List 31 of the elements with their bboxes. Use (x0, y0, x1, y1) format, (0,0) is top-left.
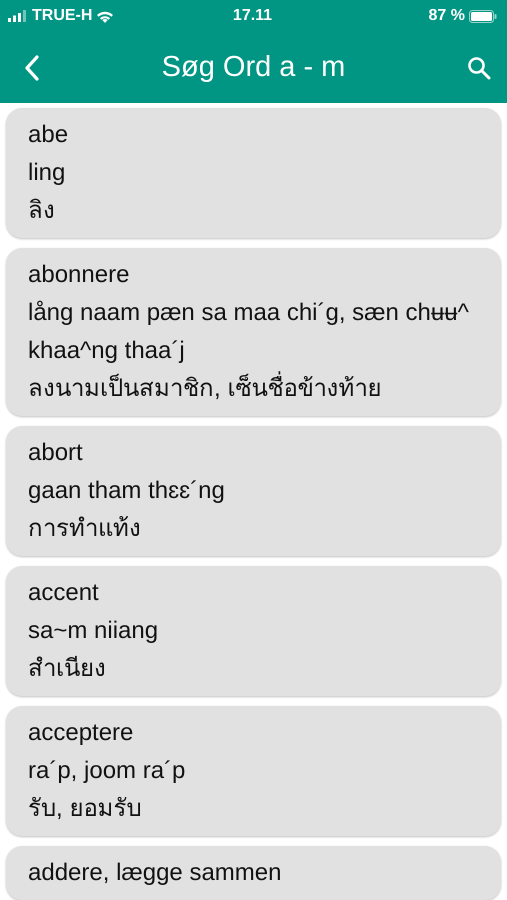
transliteration: gaan tham thɛɛ´ng (28, 476, 226, 506)
transliteration: ra´p, joom ra´p (28, 756, 186, 786)
status-time: 17.11 (232, 6, 272, 26)
wifi-icon (96, 10, 114, 22)
battery-percent: 87 % (428, 6, 465, 26)
danish-word: abonnere (28, 260, 130, 290)
danish-word: acceptere (28, 718, 134, 748)
transliteration: sa~m niiang (28, 616, 160, 646)
transliteration: lång naam pæn sa maa chi´g, sæn chʉʉ^ khaa^ng thaa´j (28, 298, 470, 366)
battery-icon (469, 10, 497, 22)
word-card[interactable]: addere, lægge sammen (6, 846, 501, 900)
transliteration: ling (28, 158, 66, 188)
danish-word: abe (28, 120, 70, 150)
word-card[interactable]: accent sa~m niiang สำเนียง (6, 566, 501, 696)
word-card[interactable]: abort gaan tham thɛɛ´ng การทำแท้ง (6, 426, 501, 556)
thai-translation: ลิง (28, 196, 56, 226)
word-card[interactable]: acceptere ra´p, joom ra´p รับ, ยอมรับ (6, 706, 501, 836)
thai-translation: สำเนียง (28, 654, 107, 684)
screen-title: Søg Ord a - m (162, 50, 346, 85)
carrier-name: TRUE-H (32, 6, 92, 26)
thai-translation: ลงนามเป็นสมาชิก, เซ็นชื่อข้างท้าย (28, 370, 487, 408)
word-card[interactable]: abe ling ลิง (6, 108, 501, 238)
danish-word: addere, lægge sammen (28, 858, 282, 888)
signal-icon (8, 10, 28, 22)
thai-translation: การทำแท้ง (28, 514, 142, 544)
danish-word: accent (28, 578, 100, 608)
search-button[interactable] (466, 56, 491, 80)
word-card[interactable]: abonnere lång naam pæn sa maa chi´g, sæn chʉʉ^ khaa^ng thaa´j ลงนามเป็นสมาชิก, เซ็นชื่อข้างท้าย (6, 248, 501, 416)
danish-word: abort (28, 438, 84, 468)
thai-translation: รับ, ยอมรับ (28, 794, 142, 824)
back-button[interactable] (24, 54, 40, 80)
